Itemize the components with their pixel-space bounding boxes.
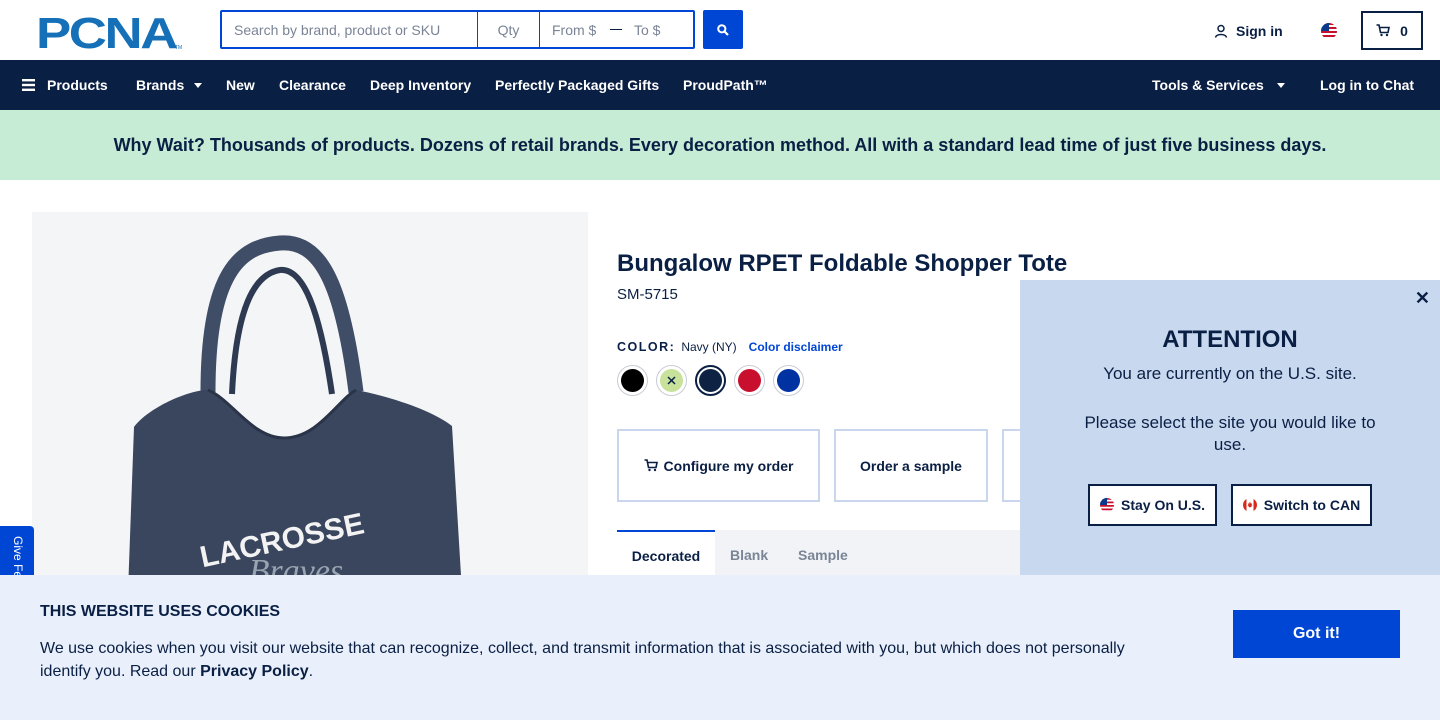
hamburger-icon — [22, 79, 35, 91]
nav-gifts[interactable]: Perfectly Packaged Gifts — [495, 60, 659, 110]
cart-icon — [644, 459, 658, 472]
main-nav: Products Brands New Clearance Deep Inven… — [0, 60, 1440, 110]
tab-sample[interactable]: Sample — [798, 530, 848, 580]
configure-order-label: Configure my order — [663, 457, 794, 474]
canada-flag-icon — [1242, 498, 1257, 512]
color-value: Navy (NY) — [681, 340, 737, 354]
stay-us-button[interactable]: Stay On U.S. — [1088, 484, 1217, 526]
nav-tools-label: Tools & Services — [1152, 77, 1264, 93]
privacy-policy-link[interactable]: Privacy Policy — [200, 663, 309, 680]
product-title: Bungalow RPET Foldable Shopper Tote — [617, 250, 1068, 277]
tote-bag-image: LACROSSE Braves — [128, 235, 462, 592]
qty-input[interactable]: Qty — [478, 12, 540, 47]
nav-products-label: Products — [47, 77, 108, 93]
cart-icon — [1376, 24, 1391, 37]
price-to-input[interactable]: To $ — [624, 12, 693, 47]
cart-count: 0 — [1400, 22, 1408, 39]
price-range-dash — [610, 12, 624, 47]
logo-wordmark: PCNA — [36, 12, 177, 50]
top-header: PCNA TM Search by brand, product or SKU … — [0, 0, 1440, 60]
nav-proudpath[interactable]: ProudPath™ — [683, 60, 768, 110]
popup-message: You are currently on the U.S. site. — [1103, 364, 1357, 383]
tab-blank[interactable]: Blank — [730, 530, 768, 580]
swatch-navy[interactable] — [695, 365, 726, 396]
cookie-accept-button[interactable]: Got it! — [1233, 610, 1400, 658]
sign-in-label: Sign in — [1236, 23, 1283, 39]
pcna-logo[interactable]: PCNA TM — [36, 12, 184, 50]
price-from-input[interactable]: From $ — [540, 12, 610, 47]
product-sku: SM-5715 — [617, 286, 678, 303]
search-bar: Search by brand, product or SKU Qty From… — [220, 10, 695, 49]
configure-order-button[interactable]: Configure my order — [617, 429, 820, 502]
search-input[interactable]: Search by brand, product or SKU — [222, 12, 478, 47]
cookie-period: . — [308, 663, 314, 680]
swatch-black[interactable] — [617, 365, 648, 396]
tab-decorated[interactable]: Decorated — [617, 530, 715, 580]
nav-new[interactable]: New — [226, 60, 255, 110]
swatch-royal-blue[interactable] — [773, 365, 804, 396]
nav-products[interactable]: Products — [22, 60, 108, 110]
site-selector-popup: ✕ ATTENTION You are currently on the U.S… — [1020, 280, 1440, 580]
color-label: COLOR: — [617, 340, 676, 354]
color-swatches — [617, 365, 804, 396]
nav-brands-label: Brands — [136, 77, 185, 93]
swatch-red[interactable] — [734, 365, 765, 396]
chevron-down-icon — [1276, 82, 1285, 88]
order-sample-button[interactable]: Order a sample — [834, 429, 988, 502]
stay-us-label: Stay On U.S. — [1120, 497, 1206, 513]
close-icon[interactable]: ✕ — [1415, 288, 1430, 309]
switch-can-label: Switch to CAN — [1263, 497, 1361, 513]
search-icon — [717, 23, 729, 36]
us-flag-icon[interactable] — [1321, 23, 1337, 39]
product-image[interactable]: LACROSSE Braves — [32, 212, 588, 592]
search-button[interactable] — [703, 10, 743, 49]
x-icon — [667, 376, 676, 385]
svg-text:TM: TM — [175, 45, 182, 50]
user-icon — [1214, 24, 1228, 38]
cookie-text: We use cookies when you visit our websit… — [40, 637, 1160, 683]
nav-clearance[interactable]: Clearance — [279, 60, 346, 110]
swatch-lime[interactable] — [656, 365, 687, 396]
popup-question: Please select the site you would like to… — [1084, 413, 1376, 454]
us-flag-icon — [1099, 498, 1114, 512]
switch-can-button[interactable]: Switch to CAN — [1231, 484, 1372, 526]
sign-in-link[interactable]: Sign in — [1214, 20, 1283, 42]
nav-chat-login[interactable]: Log in to Chat — [1320, 60, 1414, 110]
cookie-heading: THIS WEBSITE USES COOKIES — [40, 603, 281, 620]
color-row: COLOR: Navy (NY) Color disclaimer — [617, 340, 843, 354]
cookie-banner: THIS WEBSITE USES COOKIES We use cookies… — [0, 575, 1440, 720]
cart-button[interactable]: 0 — [1361, 11, 1423, 50]
nav-deep-inventory[interactable]: Deep Inventory — [370, 60, 471, 110]
color-disclaimer-link[interactable]: Color disclaimer — [749, 340, 843, 354]
nav-tools-services[interactable]: Tools & Services — [1152, 60, 1285, 110]
pricing-tabs: Decorated Blank Sample — [617, 530, 1037, 580]
nav-brands[interactable]: Brands — [136, 60, 203, 110]
promo-banner: Why Wait? Thousands of products. Dozens … — [0, 110, 1440, 180]
popup-heading: ATTENTION — [1162, 326, 1298, 353]
chevron-down-icon — [194, 82, 203, 88]
